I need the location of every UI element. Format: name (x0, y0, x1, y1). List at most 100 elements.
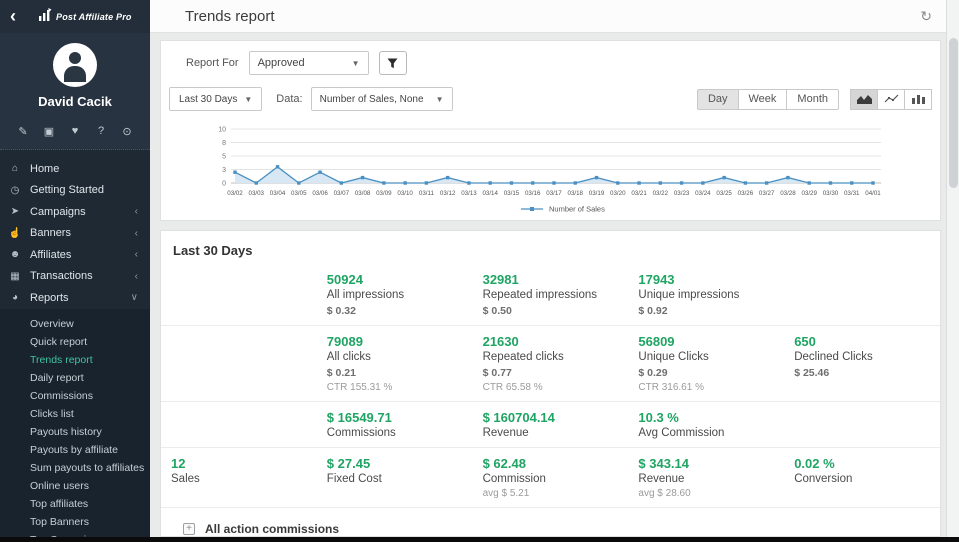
logo-arrows-icon (38, 8, 52, 26)
power-icon[interactable]: ⊙ (119, 125, 135, 138)
granularity-week-button[interactable]: Week (738, 89, 788, 110)
stat-revenue: $ 160704.14Revenue (473, 410, 629, 439)
svg-text:03/26: 03/26 (738, 190, 754, 197)
svg-text:03/10: 03/10 (397, 190, 413, 197)
user-profile[interactable]: David Cacik (0, 33, 150, 117)
granularity-day-button[interactable]: Day (697, 89, 739, 110)
filter-button[interactable] (379, 51, 407, 75)
subnav-item-sum-payouts-to-affiliates[interactable]: Sum payouts to affiliates (0, 459, 150, 477)
chevron-left-icon: ‹ (135, 271, 138, 282)
subnav-item-online-users[interactable]: Online users (0, 477, 150, 495)
stat-label: Declined Clicks (794, 351, 940, 363)
sidebar-item-label: Getting Started (30, 184, 104, 196)
reports-subnav: OverviewQuick reportTrends reportDaily r… (0, 309, 150, 542)
stat-label: Unique Clicks (638, 351, 784, 363)
svg-text:03/06: 03/06 (312, 190, 328, 197)
sidebar-item-affiliates[interactable]: ☻Affiliates‹ (0, 244, 150, 266)
svg-text:03/27: 03/27 (759, 190, 775, 197)
report-for-select[interactable]: Approved ▼ (249, 51, 369, 75)
svg-text:03/22: 03/22 (653, 190, 669, 197)
bar-chart-icon[interactable] (904, 89, 932, 110)
svg-text:03/07: 03/07 (334, 190, 350, 197)
subnav-item-top-affiliates[interactable]: Top affiliates (0, 495, 150, 513)
svg-text:03/09: 03/09 (376, 190, 392, 197)
date-range-select[interactable]: Last 30 Days ▼ (169, 87, 262, 111)
home-icon: ⌂ (0, 163, 30, 174)
svg-text:Number of Sales: Number of Sales (549, 205, 605, 214)
subnav-item-payouts-by-affiliate[interactable]: Payouts by affiliate (0, 441, 150, 459)
chevron-left-icon: ‹ (135, 206, 138, 217)
sidebar-item-getting-started[interactable]: ◷Getting Started (0, 180, 150, 202)
svg-text:03/11: 03/11 (419, 190, 435, 197)
page-title: Trends report (185, 8, 274, 25)
app-logo[interactable]: Post Affiliate Pro (38, 8, 132, 26)
stat-cost: $ 0.32 (327, 305, 473, 317)
all-action-commissions-expander[interactable]: + All action commissions (183, 522, 940, 536)
line-chart-icon[interactable] (877, 89, 905, 110)
stats-row-3: $ 16549.71Commissions$ 160704.14Revenue1… (161, 401, 940, 447)
stat-value: 50924 (327, 272, 473, 287)
subnav-item-overview[interactable]: Overview (0, 315, 150, 333)
svg-text:10: 10 (218, 127, 226, 134)
stat-value: $ 27.45 (327, 456, 473, 471)
stat-value: 12 (171, 456, 317, 471)
granularity-month-button[interactable]: Month (786, 89, 839, 110)
stat-label: Conversion (794, 473, 940, 485)
stat-repeated-clicks: 21630Repeated clicks$ 0.77CTR 65.58 % (473, 334, 629, 393)
sidebar-item-home[interactable]: ⌂Home (0, 158, 150, 180)
filter-row-2: Last 30 Days ▼ Data: Number of Sales, No… (169, 87, 932, 111)
sidebar-item-transactions[interactable]: ▦Transactions‹ (0, 266, 150, 288)
sidebar-item-banners[interactable]: ☝Banners‹ (0, 223, 150, 245)
stat-label: Revenue (483, 427, 629, 439)
vertical-scrollbar[interactable] (946, 0, 959, 542)
chevron-down-icon: ∨ (131, 292, 138, 303)
back-chevron-icon[interactable]: ‹ (10, 6, 32, 27)
brand-name: Post Affiliate Pro (56, 12, 132, 22)
svg-text:03/14: 03/14 (482, 190, 498, 197)
chevron-down-icon: ▼ (244, 95, 252, 104)
report-filters-chart-card: Report For Approved ▼ Last 30 Days ▼ Dat… (160, 40, 941, 221)
subnav-item-payouts-history[interactable]: Payouts history (0, 423, 150, 441)
stat-label: Unique impressions (638, 289, 784, 301)
subnav-item-trends-report[interactable]: Trends report (0, 351, 150, 369)
stat-value: 32981 (483, 272, 629, 287)
area-chart-icon[interactable] (850, 89, 878, 110)
stat-avg-commission: 10.3 %Avg Commission (628, 410, 784, 439)
last-30-days-card: Last 30 Days 50924All impressions$ 0.323… (160, 230, 941, 537)
favorites-icon[interactable]: ♥ (67, 125, 83, 138)
campaigns-icon: ➤ (0, 206, 30, 217)
sidebar-item-reports[interactable]: ◕Reports∨ (0, 287, 150, 309)
subnav-item-top-banners[interactable]: Top Banners (0, 513, 150, 531)
stat-label: Commissions (327, 427, 473, 439)
stat-value: 56809 (638, 334, 784, 349)
stat-value: 650 (794, 334, 940, 349)
refresh-icon[interactable]: ↻ (920, 8, 932, 25)
stat-label: Avg Commission (638, 427, 784, 439)
svg-text:03/21: 03/21 (631, 190, 647, 197)
svg-text:03/18: 03/18 (568, 190, 584, 197)
monitor-icon[interactable]: ▣ (41, 125, 57, 138)
svg-text:03/05: 03/05 (291, 190, 307, 197)
subnav-item-quick-report[interactable]: Quick report (0, 333, 150, 351)
sidebar-item-label: Campaigns (30, 206, 86, 218)
stat-value: 0.02 % (794, 456, 940, 471)
subnav-item-daily-report[interactable]: Daily report (0, 369, 150, 387)
scrollbar-thumb[interactable] (949, 38, 958, 188)
stats-grid: 50924All impressions$ 0.3232981Repeated … (161, 264, 940, 507)
data-series-select[interactable]: Number of Sales, None ▼ (311, 87, 453, 111)
subnav-item-commissions[interactable]: Commissions (0, 387, 150, 405)
sidebar-item-label: Affiliates (30, 249, 71, 261)
sales-trend-chart: 03581003/0203/0303/0403/0503/0603/0703/0… (161, 125, 942, 221)
chart-type-toggle (851, 89, 932, 110)
sidebar-item-campaigns[interactable]: ➤Campaigns ‹ (0, 201, 150, 223)
stats-row-1: 50924All impressions$ 0.3232981Repeated … (161, 264, 940, 325)
svg-text:03/04: 03/04 (270, 190, 286, 197)
subnav-item-clicks-list[interactable]: Clicks list (0, 405, 150, 423)
stat-secondary: avg $ 28.60 (638, 488, 784, 499)
stat-sales: 12Sales (161, 456, 317, 499)
help-icon[interactable]: ? (93, 125, 109, 138)
stat-label: Fixed Cost (327, 473, 473, 485)
bottom-edge-strip (0, 537, 959, 542)
edit-icon[interactable]: ✎ (15, 125, 31, 138)
filter-row-1: Report For Approved ▼ (186, 51, 407, 75)
